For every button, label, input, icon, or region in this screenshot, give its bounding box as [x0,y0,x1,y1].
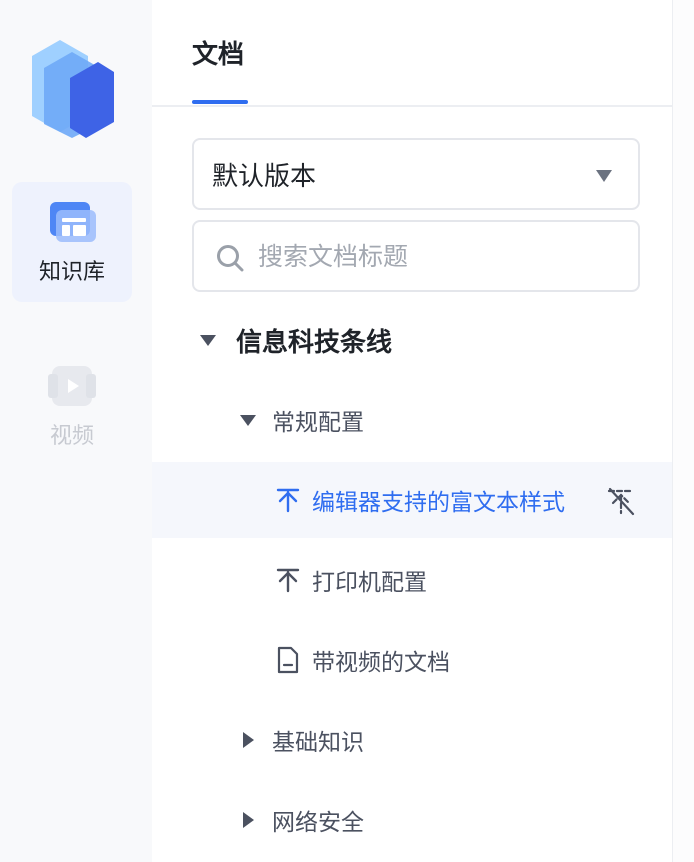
tree-node-label: 编辑器支持的富文本样式 [312,490,565,516]
chevron-down-icon [596,170,612,182]
version-select[interactable]: 默认版本 [192,138,640,210]
tab-bar: 文档 [152,0,694,107]
tree-node-group[interactable]: 常规配置 [152,382,672,458]
tab-documents[interactable]: 文档 [192,34,244,71]
search-box [192,220,640,292]
tree-node-label: 常规配置 [272,410,364,436]
document-icon [277,646,299,674]
active-tab-indicator [192,100,248,104]
sidebar-item-knowledge-base[interactable]: 知识库 [12,182,132,302]
sidebar-item-label: 视频 [49,424,94,449]
tree-node-label: 基础知识 [272,730,364,756]
tree-node-root[interactable]: 信息科技条线 [152,302,672,378]
arrow-up-icon [276,568,300,593]
caret-right-icon[interactable] [243,812,254,828]
search-icon [217,245,244,272]
sidebar-item-video[interactable]: 视频 [12,346,132,466]
caret-right-icon[interactable] [243,732,254,748]
version-select-value: 默认版本 [212,161,317,192]
content-area-edge [672,0,694,862]
knowledge-base-icon [50,202,96,242]
tree-node-label: 带视频的文档 [312,650,450,676]
document-panel: 文档 默认版本 信息科技条线 常规配置 编辑器支持的富文本样式 [152,0,694,862]
arrow-up-icon [276,488,300,513]
tree-node-document[interactable]: 带视频的文档 [152,622,672,698]
left-rail: 知识库 视频 [0,0,152,862]
tree-node-label: 打印机配置 [312,570,427,596]
tree-node-document[interactable]: 打印机配置 [152,542,672,618]
tree-node-group[interactable]: 网络安全 [152,782,672,858]
caret-down-icon[interactable] [240,414,256,426]
tree-node-document[interactable]: 编辑器支持的富文本样式 [152,462,672,538]
sidebar-item-label: 知识库 [38,260,105,285]
video-icon [48,366,96,406]
search-input[interactable] [258,236,618,276]
tree-node-group[interactable]: 基础知识 [152,702,672,778]
caret-down-icon[interactable] [200,334,216,346]
tree-node-label: 网络安全 [272,810,364,836]
knowledge-base-logo[interactable] [26,38,118,138]
tree-node-label: 信息科技条线 [236,327,393,358]
unpin-icon[interactable] [606,486,636,516]
